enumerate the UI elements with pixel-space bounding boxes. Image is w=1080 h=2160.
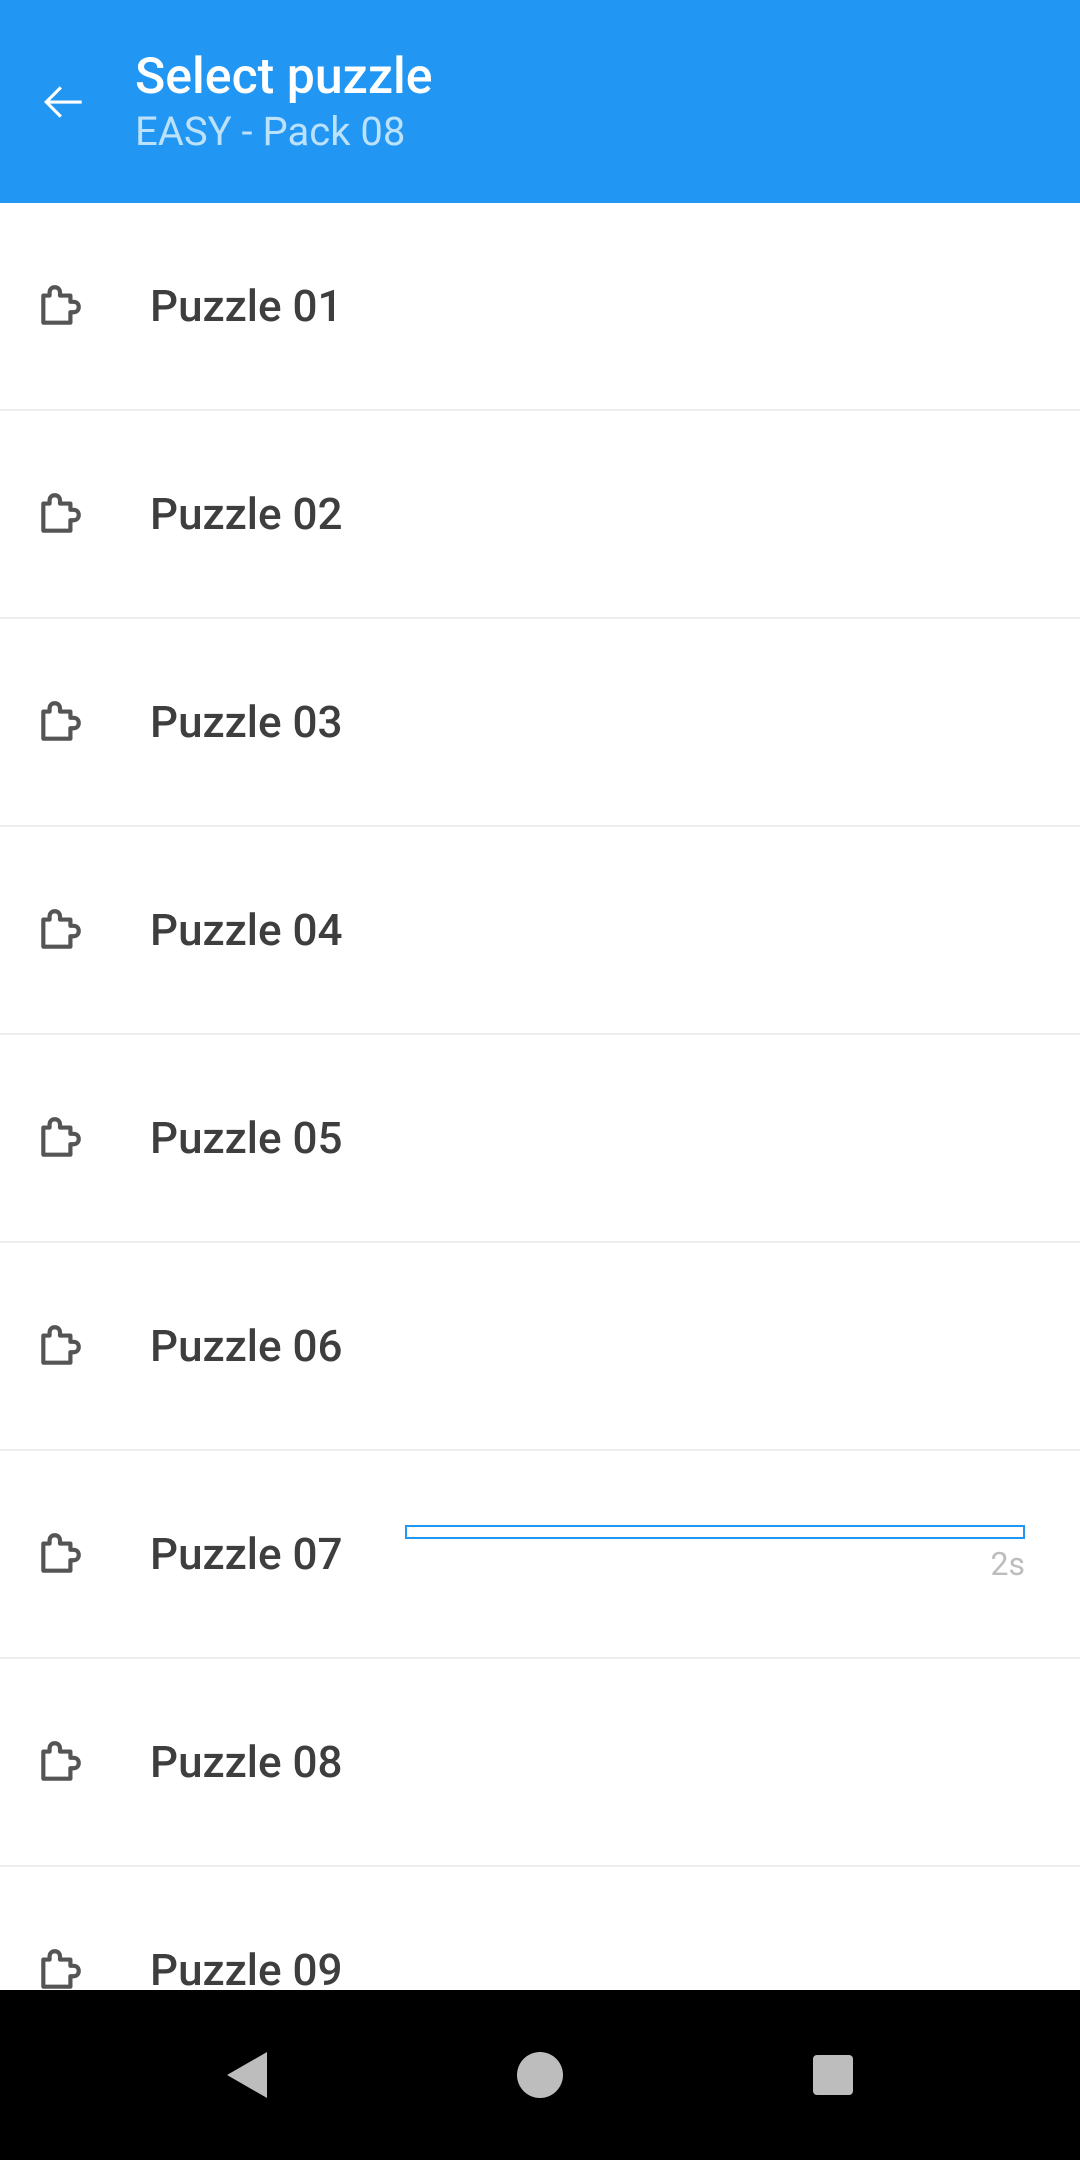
nav-recent-button[interactable] <box>803 2045 863 2105</box>
back-arrow-icon <box>40 77 90 127</box>
nav-back-button[interactable] <box>217 2045 277 2105</box>
puzzle-label: Puzzle 03 <box>150 696 1025 748</box>
puzzle-time-label: 2s <box>991 1545 1026 1583</box>
puzzle-list-item[interactable]: Puzzle 03 <box>0 619 1080 827</box>
page-title: Select puzzle <box>135 48 433 106</box>
puzzle-piece-icon <box>35 1945 85 1990</box>
puzzle-list-item[interactable]: Puzzle 02 <box>0 411 1080 619</box>
puzzle-piece-icon <box>35 1321 85 1371</box>
puzzle-list-item[interactable]: Puzzle 06 <box>0 1243 1080 1451</box>
puzzle-label: Puzzle 01 <box>150 280 1025 332</box>
puzzle-piece-icon <box>35 1113 85 1163</box>
nav-recent-icon <box>813 2055 853 2095</box>
nav-home-icon <box>517 2052 563 2098</box>
system-nav-bar <box>0 1990 1080 2160</box>
app-header: Select puzzle EASY - Pack 08 <box>0 0 1080 203</box>
puzzle-label: Puzzle 05 <box>150 1112 1025 1164</box>
nav-back-icon <box>227 2052 267 2098</box>
puzzle-list-item[interactable]: Puzzle 05 <box>0 1035 1080 1243</box>
puzzle-piece-icon <box>35 905 85 955</box>
puzzle-label: Puzzle 08 <box>150 1736 1025 1788</box>
puzzle-label: Puzzle 06 <box>150 1320 1025 1372</box>
puzzle-label: Puzzle 02 <box>150 488 1025 540</box>
back-button[interactable] <box>30 67 100 137</box>
page-subtitle: EASY - Pack 08 <box>135 108 433 155</box>
puzzle-label: Puzzle 04 <box>150 904 1025 956</box>
puzzle-piece-icon <box>35 489 85 539</box>
puzzle-list-item[interactable]: Puzzle 08 <box>0 1659 1080 1867</box>
puzzle-list-item[interactable]: Puzzle 04 <box>0 827 1080 1035</box>
puzzle-piece-icon <box>35 1737 85 1787</box>
puzzle-piece-icon <box>35 281 85 331</box>
puzzle-progress-block: 2s <box>405 1525 1025 1583</box>
puzzle-progress-bar <box>405 1525 1025 1539</box>
puzzle-list-item[interactable]: Puzzle 01 <box>0 203 1080 411</box>
nav-home-button[interactable] <box>510 2045 570 2105</box>
puzzle-list-item[interactable]: Puzzle 09 <box>0 1867 1080 1990</box>
puzzle-list-item[interactable]: Puzzle 072s <box>0 1451 1080 1659</box>
puzzle-piece-icon <box>35 1529 85 1579</box>
puzzle-piece-icon <box>35 697 85 747</box>
header-text-block: Select puzzle EASY - Pack 08 <box>135 48 433 155</box>
puzzle-list[interactable]: Puzzle 01 Puzzle 02 Puzzle 03 Puzzle 04 … <box>0 203 1080 1990</box>
puzzle-label: Puzzle 09 <box>150 1944 1025 1990</box>
